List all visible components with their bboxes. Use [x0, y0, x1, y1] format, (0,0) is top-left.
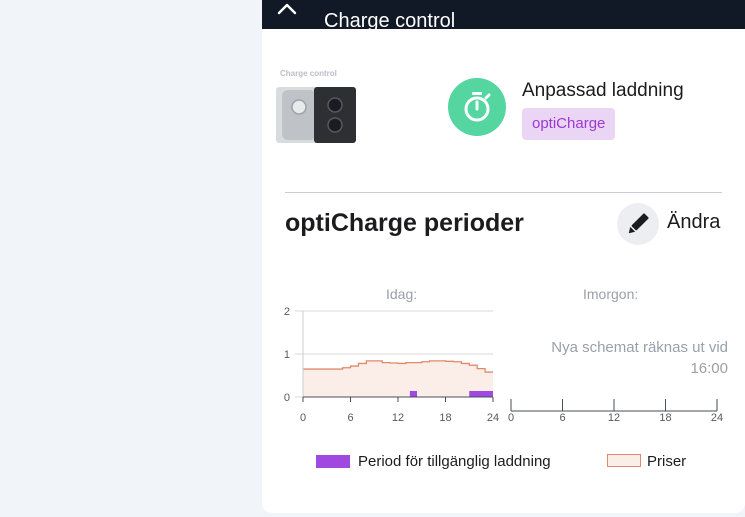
charging-period-bar [409, 391, 417, 397]
y-tick-label: 1 [284, 349, 290, 361]
x-tick-label: 12 [392, 412, 404, 424]
today-chart: 0120 6 12 18 24 [284, 306, 499, 424]
x-tick-label: 18 [439, 412, 451, 424]
y-tick-label: 2 [284, 306, 290, 318]
y-tick-label: 0 [284, 392, 290, 404]
x-tick-label: 6 [347, 412, 353, 424]
x-tick-label: 24 [711, 412, 723, 424]
legend-label-price: Priser [647, 453, 687, 470]
x-tick-label: 0 [300, 412, 306, 424]
legend-label-period: Period för tillgänglig laddning [358, 453, 551, 470]
charge-control-card: Charge control Charge control Anpassad l… [262, 0, 745, 513]
tomorrow-chart: 0 6 12 18 24 [508, 399, 723, 424]
x-tick-label: 0 [508, 412, 514, 424]
x-tick-label: 12 [608, 412, 620, 424]
price-area [303, 360, 493, 397]
x-tick-label: 24 [487, 412, 499, 424]
x-tick-label: 18 [659, 412, 671, 424]
tomorrow-schedule-note: Nya schemat räknas ut vid 16:00 [520, 337, 728, 379]
x-tick-label: 6 [559, 412, 565, 424]
charging-period-bar [469, 391, 493, 397]
tomorrow-note-line1: Nya schemat räknas ut vid [551, 339, 728, 356]
legend-swatch-period [316, 455, 350, 468]
legend-swatch-price [607, 454, 641, 467]
tomorrow-note-line2: 16:00 [690, 360, 728, 377]
